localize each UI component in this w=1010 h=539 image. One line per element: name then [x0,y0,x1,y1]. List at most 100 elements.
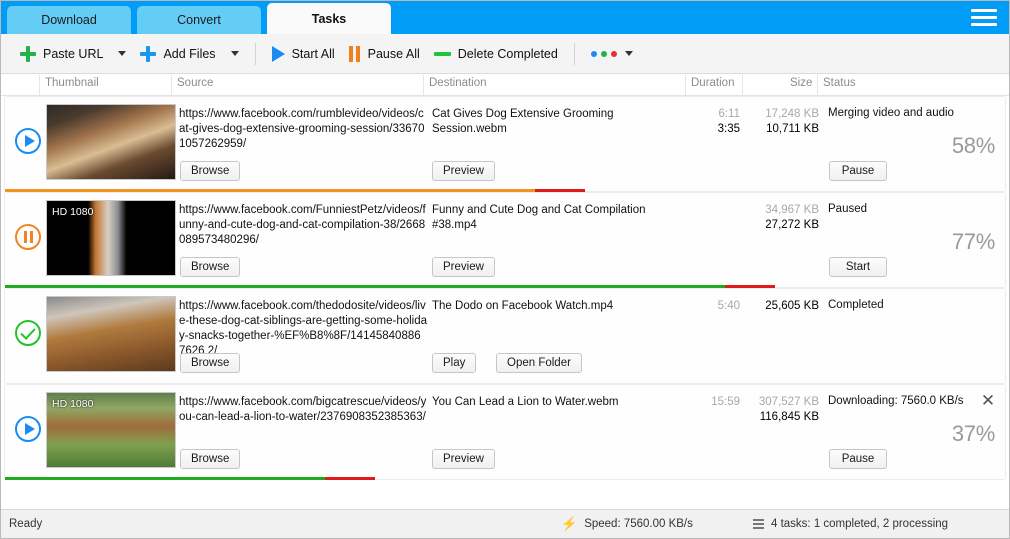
task-thumbnail[interactable] [46,296,176,372]
more-options-button[interactable] [584,39,640,69]
hd-badge: HD 1080 [52,398,93,410]
start-all-button[interactable]: Start All [265,39,342,69]
column-header-size[interactable]: Size [790,77,812,89]
size-total: 34,967 KB [705,203,819,218]
column-header-destination[interactable]: Destination [429,77,487,89]
task-source-url: https://www.facebook.com/FunniestPetz/vi… [179,203,427,248]
plus-green-icon [20,46,36,62]
status-tasks: 4 tasks: 1 completed, 2 processing [753,518,948,530]
play-circle-icon[interactable] [15,128,41,154]
delete-completed-label: Delete Completed [458,47,558,61]
three-dots-icon [591,51,617,57]
task-thumbnail[interactable]: HD 1080 [46,392,176,468]
tab-download-label: Download [41,13,97,27]
task-size: 34,967 KB27,272 KB [705,203,819,233]
task-status-text: Merging video and audio [828,107,988,119]
pause-all-button[interactable]: Pause All [342,39,427,69]
pause-button[interactable]: Pause [829,161,887,181]
paste-url-button[interactable]: Paste URL [13,39,110,69]
task-row[interactable]: HD 1080 https://www.facebook.com/Funniest… [4,192,1006,288]
task-source-url: https://www.facebook.com/rumblevideo/vid… [179,107,427,152]
status-ready-text: Ready [9,518,42,530]
toolbar-separator [255,43,256,65]
status-dot [601,51,607,57]
list-icon [753,519,764,529]
preview-button[interactable]: Preview [432,161,495,181]
task-status-text: Paused [828,203,988,215]
browse-button[interactable]: Browse [180,449,240,469]
column-divider[interactable] [171,75,172,95]
status-speed: ⚡ Speed: 7560.00 KB/s [561,518,693,530]
hamburger-bar [971,23,997,26]
browse-button[interactable]: Browse [180,161,240,181]
task-list[interactable]: https://www.facebook.com/rumblevideo/vid… [1,96,1009,509]
play-button[interactable]: Play [432,353,476,373]
size-total: 307,527 KB [705,395,819,410]
add-files-button[interactable]: Add Files [133,39,222,69]
status-dot [611,51,617,57]
tab-convert[interactable]: Convert [137,6,261,34]
chevron-down-icon [118,51,126,56]
add-files-dropdown[interactable] [223,39,246,69]
size-downloaded: 10,711 KB [705,122,819,137]
progress-tip [325,477,375,480]
task-thumbnail[interactable] [46,104,176,180]
pause-button[interactable]: Pause [829,449,887,469]
preview-button[interactable]: Preview [432,449,495,469]
tab-tasks-label: Tasks [312,12,347,26]
task-percent: 77% [952,229,995,255]
task-source-url: https://www.facebook.com/thedodosite/vid… [179,299,427,359]
column-divider[interactable] [685,75,686,95]
delete-completed-button[interactable]: Delete Completed [427,39,565,69]
task-destination-filename: Funny and Cute Dog and Cat Compilation #… [432,203,687,233]
size-downloaded: 27,272 KB [705,218,819,233]
tab-convert-label: Convert [177,13,221,27]
column-header-source[interactable]: Source [177,77,213,89]
toolbar-separator [574,43,575,65]
column-header-thumbnail[interactable]: Thumbnail [45,77,99,89]
hd-badge: HD 1080 [52,206,93,218]
task-size: 307,527 KB116,845 KB [705,395,819,425]
tab-download[interactable]: Download [7,6,131,34]
status-dot [591,51,597,57]
preview-button[interactable]: Preview [432,257,495,277]
hamburger-menu-icon[interactable] [971,6,997,28]
column-header-duration[interactable]: Duration [691,77,734,89]
paste-url-label: Paste URL [43,47,103,61]
task-row[interactable]: https://www.facebook.com/thedodosite/vid… [4,288,1006,384]
task-status-text: Completed [828,299,988,311]
browse-button[interactable]: Browse [180,257,240,277]
size-downloaded: 25,605 KB [705,299,819,314]
task-percent: 58% [952,133,995,159]
status-speed-text: Speed: 7560.00 KB/s [584,518,693,530]
task-row[interactable]: HD 1080https://www.facebook.com/bigcatre… [4,384,1006,480]
task-thumbnail[interactable]: HD 1080 [46,200,176,276]
toolbar: Paste URL Add Files Start All Pause All … [1,34,1009,74]
column-divider[interactable] [423,75,424,95]
pause-all-label: Pause All [368,47,420,61]
play-circle-icon[interactable] [15,416,41,442]
column-divider[interactable] [817,75,818,95]
column-divider[interactable] [742,75,743,95]
size-total: 17,248 KB [705,107,819,122]
column-divider[interactable] [39,75,40,95]
task-row[interactable]: https://www.facebook.com/rumblevideo/vid… [4,96,1006,192]
application-window: Download Convert Tasks Paste URL Add Fil… [0,0,1010,539]
column-headers: Thumbnail Source Destination Duration Si… [1,74,1009,96]
size-downloaded: 116,845 KB [705,410,819,425]
task-size: 25,605 KB [705,299,819,314]
status-tasks-text: 4 tasks: 1 completed, 2 processing [771,518,948,530]
paste-url-dropdown[interactable] [110,39,133,69]
task-size: 17,248 KB10,711 KB [705,107,819,137]
open-folder-button[interactable]: Open Folder [496,353,582,373]
play-icon [272,46,285,62]
hamburger-bar [971,16,997,19]
tab-tasks[interactable]: Tasks [267,3,391,34]
pause-circle-icon[interactable] [15,224,41,250]
status-bar: Ready ⚡ Speed: 7560.00 KB/s 4 tasks: 1 c… [1,509,1009,538]
start-button[interactable]: Start [829,257,887,277]
close-icon[interactable]: ✕ [979,393,997,411]
check-circle-icon[interactable] [15,320,41,346]
column-header-status[interactable]: Status [823,77,856,89]
browse-button[interactable]: Browse [180,353,240,373]
